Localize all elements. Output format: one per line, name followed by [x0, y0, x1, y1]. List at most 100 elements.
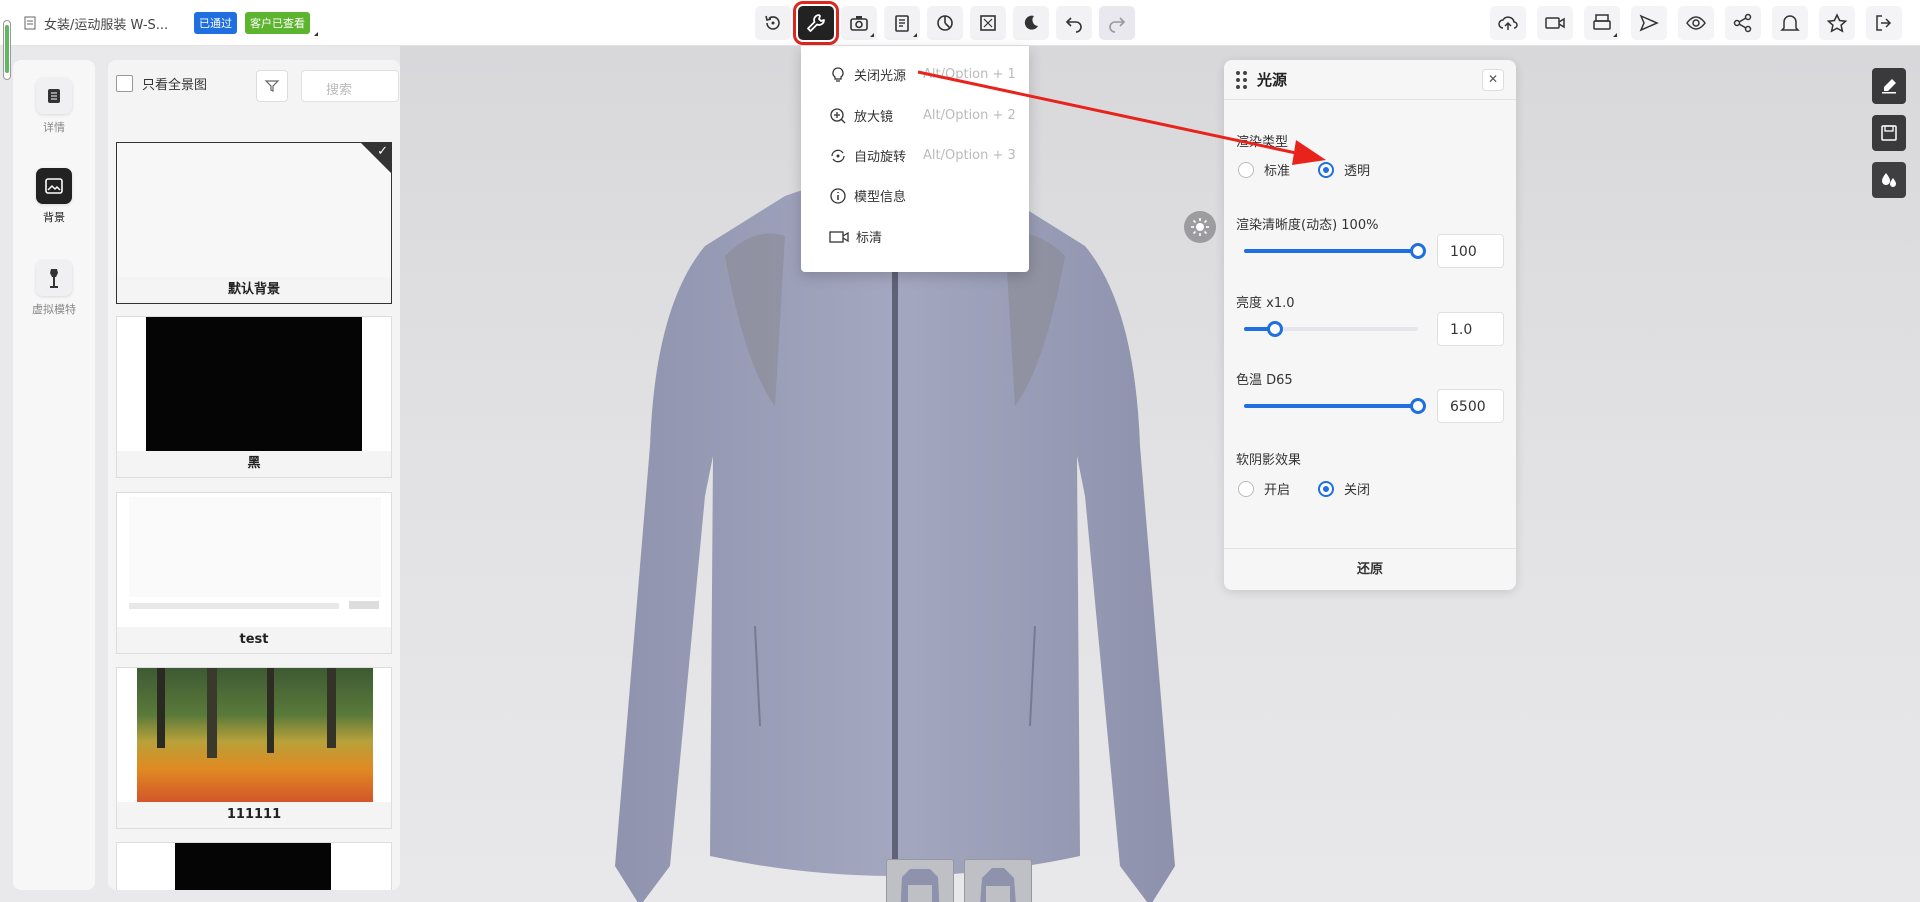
background-card[interactable]: 黑 — [116, 316, 392, 478]
zoom-in-icon — [830, 107, 846, 123]
radio-shadow-on[interactable]: 开启 — [1238, 479, 1290, 498]
drag-handle-icon[interactable] — [1236, 70, 1247, 89]
reset-button[interactable]: 还原 — [1224, 548, 1516, 590]
camera-icon — [850, 16, 868, 31]
brightness-slider[interactable] — [1244, 321, 1418, 337]
tools-dropdown-menu: 关闭光源 Alt/Option + 1 放大镜 Alt/Option + 2 自… — [801, 46, 1029, 272]
document-title[interactable]: 女装/运动服装 W-S... — [44, 14, 186, 33]
sidenav-item-details[interactable]: 详情 — [13, 78, 95, 135]
menu-item-auto-rotate[interactable]: 自动旋转 Alt/Option + 3 — [829, 146, 1016, 165]
background-card[interactable]: test — [116, 492, 392, 654]
center-tools — [755, 1, 1135, 45]
redo-button[interactable] — [1099, 6, 1135, 40]
material-button[interactable] — [1872, 162, 1906, 198]
jacket-front-icon — [900, 869, 940, 902]
drops-icon — [1882, 173, 1896, 187]
radio-transparent[interactable]: 透明 — [1318, 160, 1370, 179]
view-thumbnail-front[interactable] — [886, 859, 954, 902]
menu-item-label: 自动旋转 — [854, 150, 907, 165]
panorama-only-checkbox[interactable] — [116, 75, 133, 92]
color-temp-input[interactable]: 6500 — [1437, 389, 1504, 423]
document-icon — [48, 89, 60, 103]
reset-view-icon — [765, 15, 780, 30]
color-temp-slider[interactable] — [1244, 398, 1426, 414]
screenshot-button[interactable] — [841, 6, 877, 40]
exit-icon — [1876, 15, 1892, 31]
scroll-indicator[interactable] — [3, 20, 11, 80]
status-badge-viewed[interactable]: 客户已查看 — [245, 12, 318, 36]
bell-icon — [1780, 15, 1800, 31]
share-button[interactable] — [1725, 6, 1761, 40]
radio-label: 关闭 — [1344, 483, 1371, 498]
send-button[interactable] — [1631, 6, 1667, 40]
menu-item-shortcut: Alt/Option + 1 — [923, 67, 1016, 82]
radio-standard[interactable]: 标准 — [1238, 160, 1290, 179]
light-source-panel: 光源 ✕ 渲染类型 标准 透明 渲染清晰度(动态) 100% 100 亮度 x1… — [1224, 60, 1516, 590]
panel-header[interactable]: 光源 — [1224, 60, 1516, 100]
save-button[interactable] — [1872, 115, 1906, 151]
menu-item-label: 关闭光源 — [854, 69, 907, 84]
print-button[interactable] — [1584, 6, 1620, 40]
slider-fill — [1244, 404, 1418, 408]
tools-button[interactable] — [793, 1, 839, 45]
slider-knob[interactable] — [1410, 398, 1426, 414]
document-button[interactable] — [884, 6, 920, 40]
background-thumbnail — [117, 843, 391, 890]
exit-button[interactable] — [1866, 6, 1902, 40]
filter-button[interactable] — [256, 70, 288, 102]
video-icon — [1545, 17, 1565, 29]
side-navigation: 详情 背景 虚拟模特 — [13, 60, 95, 890]
background-card[interactable]: ✓ 默认背景 — [116, 142, 392, 304]
favorite-button[interactable] — [1819, 6, 1855, 40]
brightness-label: 亮度 x1.0 — [1236, 296, 1295, 311]
clarity-input[interactable]: 100 — [1437, 234, 1504, 268]
dropdown-corner — [870, 33, 874, 37]
pie-button[interactable] — [927, 6, 963, 40]
light-toggle-button[interactable] — [1184, 211, 1216, 243]
video-button[interactable] — [1537, 6, 1573, 40]
edit-button[interactable] — [1872, 68, 1906, 104]
3d-viewport[interactable] — [400, 46, 1920, 902]
close-button[interactable]: ✕ — [1482, 69, 1504, 91]
sun-icon — [1191, 218, 1209, 236]
sidenav-item-mannequin[interactable]: 虚拟模特 — [13, 260, 95, 317]
sidenav-item-background[interactable]: 背景 — [13, 168, 95, 225]
reset-view-button[interactable] — [755, 6, 791, 40]
menu-item-shortcut: Alt/Option + 2 — [923, 108, 1016, 123]
clarity-label: 渲染清晰度(动态) 100% — [1236, 218, 1379, 233]
dropdown-corner — [1613, 33, 1617, 37]
background-thumbnail: ✓ — [117, 143, 391, 277]
document-title-area: 女装/运动服装 W-S... 已通过 客户已查看 — [24, 12, 318, 36]
notification-button[interactable] — [1772, 6, 1808, 40]
right-tools — [1490, 6, 1902, 40]
radio-circle — [1318, 480, 1334, 497]
fit-screen-button[interactable] — [970, 6, 1006, 40]
background-card[interactable] — [116, 842, 392, 890]
eye-icon — [1686, 16, 1706, 30]
radio-label: 标准 — [1264, 164, 1291, 179]
radio-shadow-off[interactable]: 关闭 — [1318, 479, 1370, 498]
brightness-input[interactable]: 1.0 — [1437, 312, 1504, 346]
soft-shadow-label: 软阴影效果 — [1236, 453, 1302, 468]
close-icon: ✕ — [1487, 72, 1499, 86]
menu-item-label: 标清 — [856, 231, 883, 246]
menu-item-toggle-light[interactable]: 关闭光源 Alt/Option + 1 — [829, 65, 1016, 84]
background-card[interactable]: 111111 — [116, 667, 392, 829]
rotate-icon — [831, 149, 845, 162]
preview-button[interactable] — [1678, 6, 1714, 40]
view-thumbnail-back[interactable] — [964, 859, 1032, 902]
garment-model[interactable] — [615, 166, 1175, 902]
menu-item-magnifier[interactable]: 放大镜 Alt/Option + 2 — [829, 106, 1016, 125]
menu-item-model-info[interactable]: 模型信息 — [829, 186, 906, 205]
undo-button[interactable] — [1056, 6, 1092, 40]
slider-knob[interactable] — [1410, 243, 1426, 259]
background-thumbnail — [117, 493, 391, 627]
sidenav-label: 背景 — [43, 211, 65, 224]
slider-knob[interactable] — [1267, 321, 1284, 337]
night-mode-button[interactable] — [1013, 6, 1049, 40]
search-input[interactable]: 搜索 — [301, 70, 399, 102]
menu-item-label: 模型信息 — [854, 190, 907, 205]
clarity-slider[interactable] — [1244, 243, 1426, 259]
menu-item-quality[interactable]: 标清 — [829, 227, 882, 246]
cloud-upload-button[interactable] — [1490, 6, 1526, 40]
